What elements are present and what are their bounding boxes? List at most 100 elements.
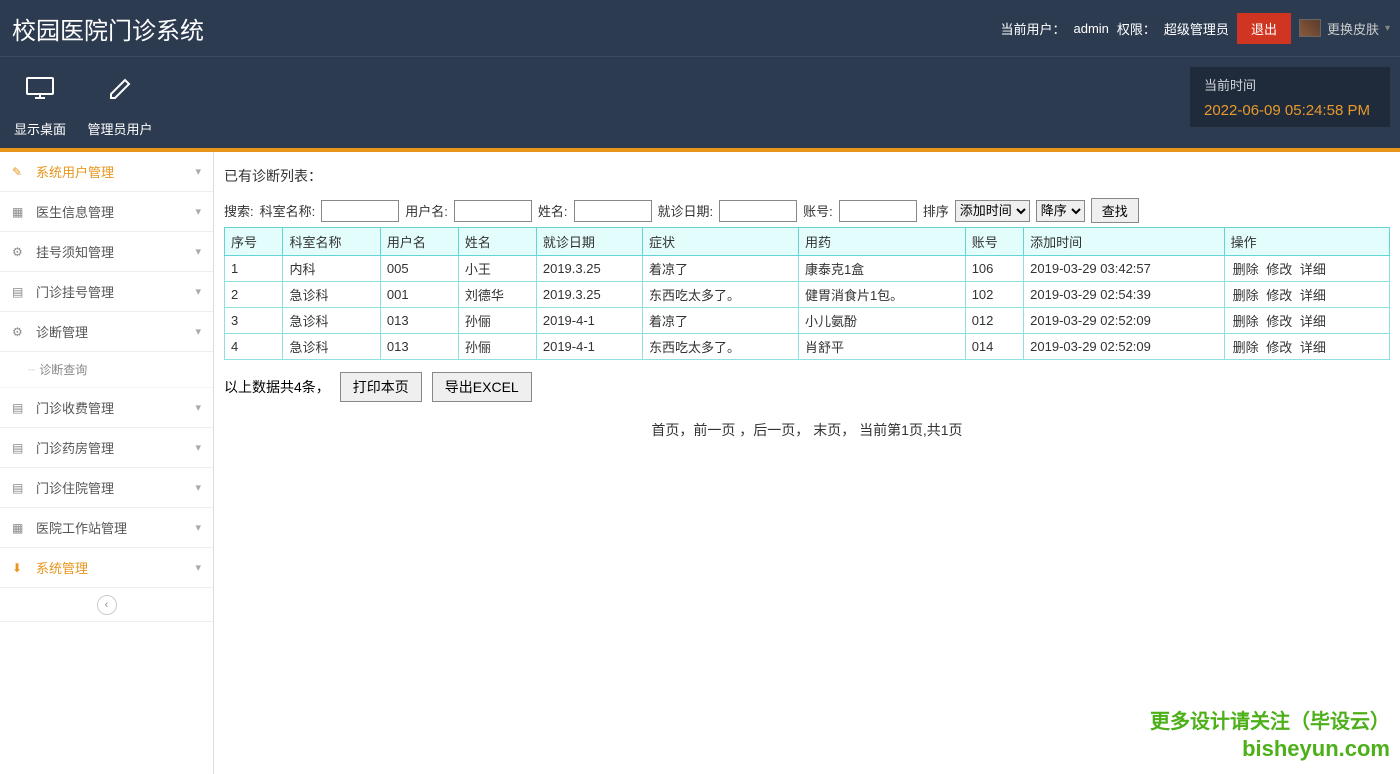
- sidebar-item-3[interactable]: ▤门诊挂号管理▾: [0, 272, 213, 312]
- table-header: 用户名: [380, 228, 458, 256]
- table-cell: 012: [965, 308, 1023, 334]
- menu-icon: ▤: [12, 401, 28, 415]
- sidebar-item-8[interactable]: ▦医院工作站管理▾: [0, 508, 213, 548]
- table-header: 姓名: [458, 228, 536, 256]
- table-cell: 005: [380, 256, 458, 282]
- detail-link[interactable]: 详细: [1300, 340, 1326, 355]
- table-cell: 内科: [283, 256, 380, 282]
- table-header: 就诊日期: [536, 228, 642, 256]
- time-panel: 当前时间 2022-06-09 05:24:58 PM: [1190, 67, 1390, 127]
- table-cell: 小王: [458, 256, 536, 282]
- table-cell: 2019-4-1: [536, 308, 642, 334]
- table-cell: 4: [225, 334, 283, 360]
- sort-field-select[interactable]: 添加时间: [955, 200, 1030, 222]
- app-title: 校园医院门诊系统: [12, 11, 204, 46]
- sort-dir-select[interactable]: 降序: [1036, 200, 1085, 222]
- sidebar-item-label: 门诊挂号管理: [36, 282, 114, 301]
- sidebar-item-label: 系统用户管理: [36, 162, 114, 181]
- detail-link[interactable]: 详细: [1300, 262, 1326, 277]
- table-cell: 小儿氨酚: [798, 308, 965, 334]
- sidebar-item-label: 医院工作站管理: [36, 518, 127, 537]
- delete-link[interactable]: 删除: [1233, 314, 1259, 329]
- table-cell: 2019-03-29 02:52:09: [1024, 308, 1224, 334]
- table-cell: 东西吃太多了。: [643, 282, 799, 308]
- role-label: 权限：: [1117, 19, 1156, 38]
- acct-input[interactable]: [839, 200, 917, 222]
- user-label: 用户名:: [405, 201, 448, 220]
- sidebar-collapse-button[interactable]: ‹: [97, 595, 117, 615]
- detail-link[interactable]: 详细: [1300, 314, 1326, 329]
- table-cell: 013: [380, 334, 458, 360]
- sidebar-item-1[interactable]: ▦医生信息管理▾: [0, 192, 213, 232]
- table-row: 3急诊科013孙俪2019-4-1着凉了小儿氨酚0122019-03-29 02…: [225, 308, 1390, 334]
- toolbar-admin-user[interactable]: 管理员用户: [80, 68, 160, 138]
- table-header: 序号: [225, 228, 283, 256]
- print-button[interactable]: 打印本页: [340, 372, 422, 402]
- sidebar-collapse-row: ‹: [0, 588, 213, 622]
- menu-icon: ▦: [12, 521, 28, 535]
- pencil-icon: [80, 76, 160, 109]
- table-row: 2急诊科001刘德华2019.3.25东西吃太多了。健胃消食片1包。102201…: [225, 282, 1390, 308]
- chevron-down-icon: ▾: [195, 561, 201, 574]
- table-cell: 001: [380, 282, 458, 308]
- table-cell: 刘德华: [458, 282, 536, 308]
- acct-label: 账号:: [803, 201, 833, 220]
- edit-link[interactable]: 修改: [1266, 314, 1292, 329]
- table-ops-cell: 删除 修改 详细: [1224, 282, 1389, 308]
- table-row: 1内科005小王2019.3.25着凉了康泰克1盒1062019-03-29 0…: [225, 256, 1390, 282]
- sidebar-item-label: 门诊药房管理: [36, 438, 114, 457]
- sidebar-item-0[interactable]: ✎系统用户管理▾: [0, 152, 213, 192]
- role-value: 超级管理员: [1164, 19, 1229, 38]
- chevron-down-icon: ▾: [195, 205, 201, 218]
- toolbar-show-desktop[interactable]: 显示桌面: [0, 68, 80, 138]
- export-button[interactable]: 导出EXCEL: [432, 372, 532, 402]
- skin-switcher[interactable]: 更换皮肤 ▾: [1299, 19, 1390, 38]
- delete-link[interactable]: 删除: [1233, 262, 1259, 277]
- delete-link[interactable]: 删除: [1233, 340, 1259, 355]
- chevron-down-icon: ▾: [195, 165, 201, 178]
- submenu-item[interactable]: 诊断查询: [0, 352, 213, 388]
- sidebar-item-4[interactable]: ⚙诊断管理▾: [0, 312, 213, 352]
- name-label: 姓名:: [538, 201, 568, 220]
- delete-link[interactable]: 删除: [1233, 288, 1259, 303]
- sidebar-item-7[interactable]: ▤门诊住院管理▾: [0, 468, 213, 508]
- sidebar-item-label: 系统管理: [36, 558, 88, 577]
- table-cell: 急诊科: [283, 308, 380, 334]
- table-cell: 014: [965, 334, 1023, 360]
- chevron-down-icon: ▾: [195, 325, 201, 338]
- skin-swatch-icon: [1299, 19, 1321, 37]
- sidebar-item-6[interactable]: ▤门诊药房管理▾: [0, 428, 213, 468]
- edit-link[interactable]: 修改: [1266, 288, 1292, 303]
- sidebar-item-label: 医生信息管理: [36, 202, 114, 221]
- table-cell: 孙俪: [458, 308, 536, 334]
- table-cell: 急诊科: [283, 282, 380, 308]
- below-row: 以上数据共4条， 打印本页 导出EXCEL: [224, 372, 1390, 402]
- table-header: 账号: [965, 228, 1023, 256]
- search-button[interactable]: 查找: [1091, 198, 1139, 223]
- logout-button[interactable]: 退出: [1237, 13, 1291, 44]
- edit-link[interactable]: 修改: [1266, 340, 1292, 355]
- table-cell: 1: [225, 256, 283, 282]
- menu-icon: ▤: [12, 481, 28, 495]
- table-header: 症状: [643, 228, 799, 256]
- chevron-down-icon: ▾: [195, 285, 201, 298]
- name-input[interactable]: [574, 200, 652, 222]
- table-cell: 健胃消食片1包。: [798, 282, 965, 308]
- sidebar-item-9[interactable]: ⬇系统管理▾: [0, 548, 213, 588]
- table-cell: 102: [965, 282, 1023, 308]
- header-right: 当前用户： admin 权限： 超级管理员 退出 更换皮肤 ▾: [1000, 13, 1390, 44]
- edit-link[interactable]: 修改: [1266, 262, 1292, 277]
- toolbar-item-label: 显示桌面: [14, 122, 66, 137]
- sidebar-item-label: 挂号须知管理: [36, 242, 114, 261]
- sidebar-item-5[interactable]: ▤门诊收费管理▾: [0, 388, 213, 428]
- table-cell: 013: [380, 308, 458, 334]
- user-input[interactable]: [454, 200, 532, 222]
- date-input[interactable]: [719, 200, 797, 222]
- detail-link[interactable]: 详细: [1300, 288, 1326, 303]
- sidebar-item-2[interactable]: ⚙挂号须知管理▾: [0, 232, 213, 272]
- dept-label: 科室名称:: [260, 201, 316, 220]
- header-bar: 校园医院门诊系统 当前用户： admin 权限： 超级管理员 退出 更换皮肤 ▾: [0, 0, 1400, 56]
- menu-icon: ⚙: [12, 245, 28, 259]
- pager[interactable]: 首页，前一页 ，后一页， 末页， 当前第1页,共1页: [224, 420, 1390, 440]
- dept-input[interactable]: [321, 200, 399, 222]
